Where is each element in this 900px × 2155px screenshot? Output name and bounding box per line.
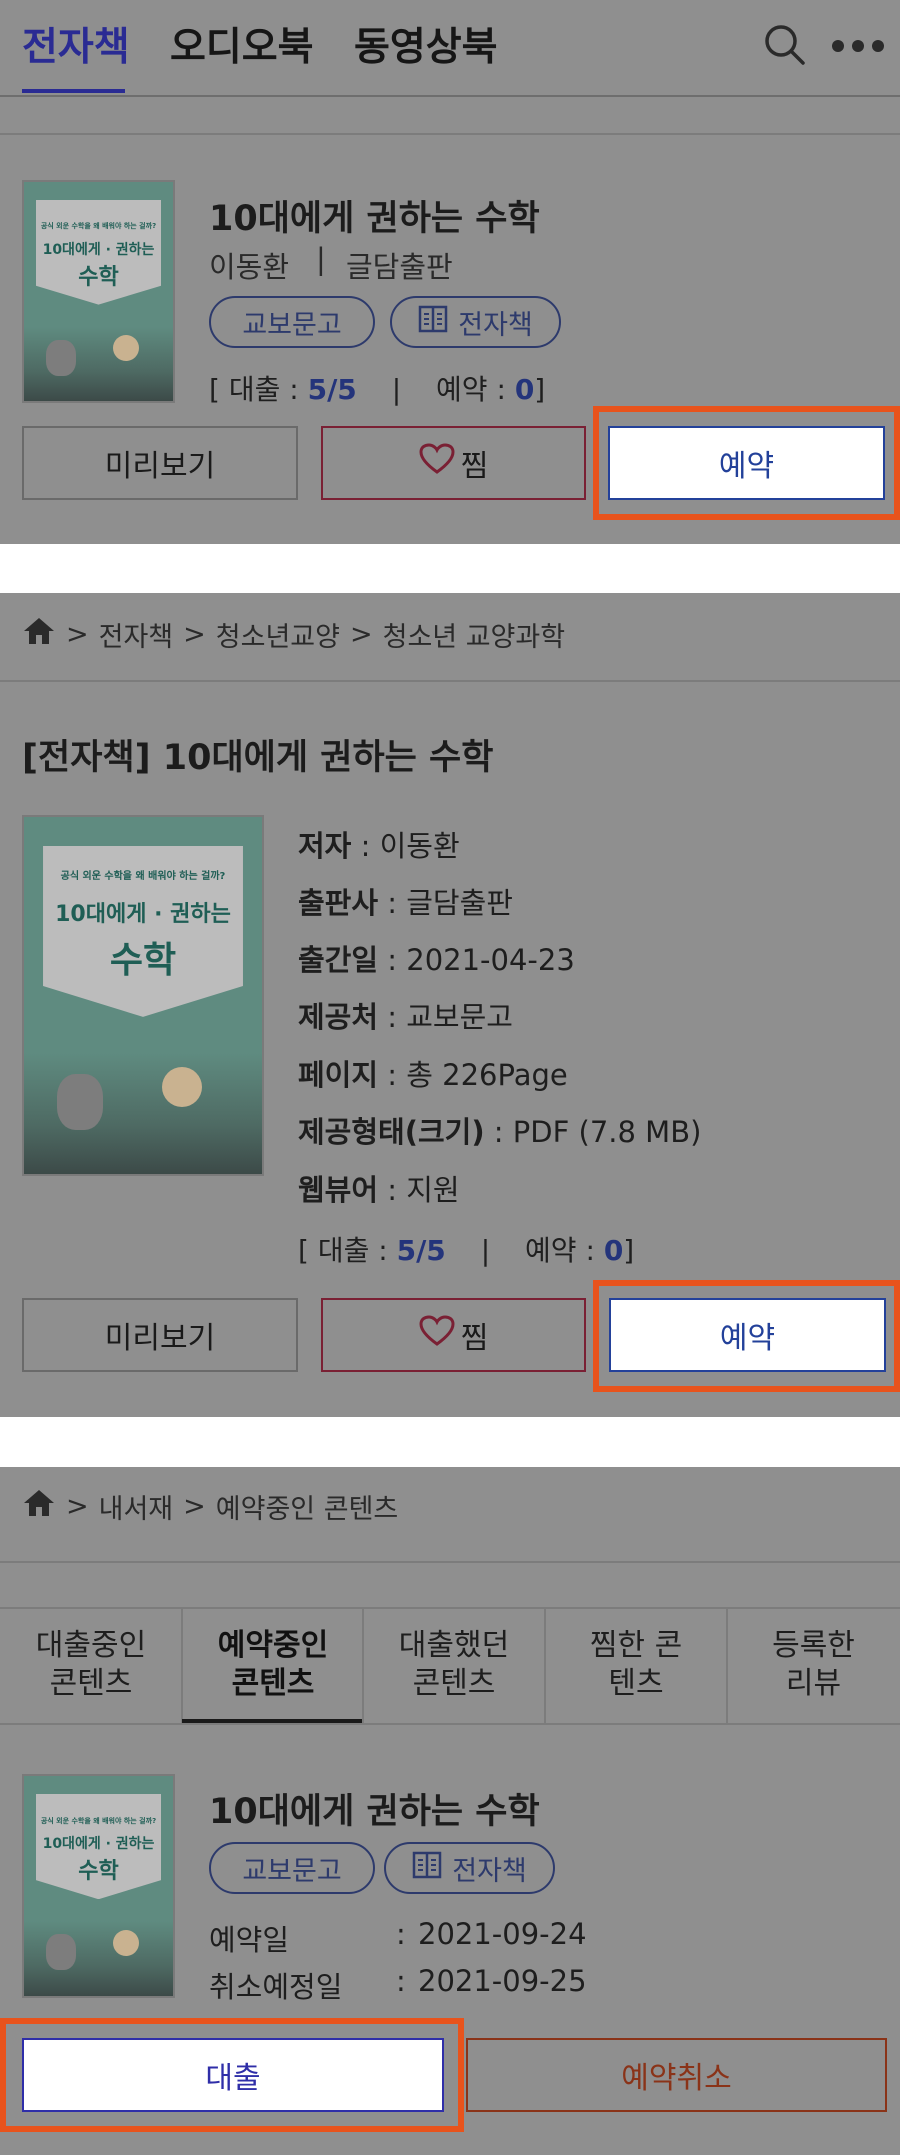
home-icon[interactable] [22,616,56,653]
highlight-box [0,2018,464,2132]
detail-pages: 페이지 : 총 226Page [298,1058,568,1092]
meta-separator: | [316,242,326,276]
section-divider [0,133,900,135]
tab-wishlist[interactable]: 찜한 콘텐츠 [545,1607,727,1723]
cancel-date-value: 2021-09-25 [418,1964,587,1998]
detail-web-viewer: 웹뷰어 : 지원 [298,1173,460,1207]
tab-past-loans[interactable]: 대출했던 콘텐츠 [363,1607,545,1723]
breadcrumb-item[interactable]: 전자책 [99,615,174,654]
breadcrumb: > 내서재 > 예약중인 콘텐츠 [22,1487,398,1526]
detail-author: 저자 : 이동환 [298,829,460,863]
tab-videobook[interactable]: 동영상북 [354,20,498,76]
detail-provider: 제공처 : 교보문고 [298,1000,513,1034]
preview-button[interactable]: 미리보기 [22,426,298,500]
book-cover[interactable]: 공식 외운 수학을 왜 배워야 하는 걸까? 10대에게 · 권하는 수학 [22,180,175,403]
highlight-box [593,1280,900,1392]
heart-icon [419,443,455,483]
preview-button[interactable]: 미리보기 [22,1298,298,1372]
search-icon[interactable] [762,22,808,68]
colon: : [396,1917,406,1951]
detail-publisher: 출판사 : 글담출판 [298,886,513,920]
breadcrumb-item[interactable]: 청소년 교양과학 [383,615,565,654]
tabs-bottom-divider [0,1723,900,1725]
book-icon [412,1851,442,1886]
heart-icon [419,1315,455,1355]
tab-current-loans[interactable]: 대출중인 콘텐츠 [0,1607,182,1723]
provider-badge: 교보문고 [209,296,375,348]
highlight-box [593,406,900,520]
book-icon [418,305,448,340]
book-detail-panel: > 전자책 > 청소년교양 > 청소년 교양과학 [전자책] 10대에게 권하는 수학… [0,593,900,1417]
loan-status: [ 대출 : 5/5 | 예약 : 0] [298,1234,635,1267]
more-icon[interactable] [830,38,886,54]
tab-ebook[interactable]: 전자책 [22,20,130,76]
breadcrumb-item[interactable]: 내서재 [99,1487,174,1526]
page-title: [전자책] 10대에게 권하는 수학 [22,738,494,778]
book-cover: 공식 외운 수학을 왜 배워야 하는 걸까? 10대에게 · 권하는 수학 [22,815,264,1176]
tab-audiobook[interactable]: 오디오북 [170,20,314,76]
book-title[interactable]: 10대에게 권하는 수학 [209,190,540,241]
book-cover[interactable]: 공식 외운 수학을 왜 배워야 하는 걸까? 10대에게 · 권하는 수학 [22,1774,175,1998]
format-badge: 전자책 [390,296,561,348]
wish-button[interactable]: 찜 [321,1298,586,1372]
format-badge: 전자책 [384,1842,555,1894]
cancel-reservation-button[interactable]: 예약취소 [466,2038,887,2112]
breadcrumb: > 전자책 > 청소년교양 > 청소년 교양과학 [22,615,565,654]
active-tab-underline [22,89,125,93]
book-author: 이동환 [209,250,290,284]
breadcrumb-divider [0,1561,900,1563]
loan-status: [ 대출 : 5/5 | 예약 : 0] [209,373,546,406]
detail-format: 제공형태(크기) : PDF (7.8 MB) [298,1115,702,1149]
wish-button[interactable]: 찜 [321,426,586,500]
tab-reserved[interactable]: 예약중인 콘텐츠 [182,1607,364,1723]
home-icon[interactable] [22,1488,56,1525]
cancel-date-label: 취소예정일 [209,1970,343,2004]
my-library-panel: > 내서재 > 예약중인 콘텐츠 대출중인 콘텐츠 예약중인 콘텐츠 대출했던 콘텐… [0,1467,900,2155]
header-divider [0,95,900,97]
colon: : [396,1964,406,1998]
search-result-panel: 전자책 오디오북 동영상북 공식 외운 수학을 왜 배워야 하는 걸까? 10대… [0,0,900,544]
detail-published-date: 출간일 : 2021-04-23 [298,943,575,977]
breadcrumb-item[interactable]: 예약중인 콘텐츠 [216,1487,398,1526]
breadcrumb-divider [0,680,900,682]
book-publisher: 글담출판 [346,250,453,284]
reserve-date-value: 2021-09-24 [418,1917,587,1951]
provider-badge: 교보문고 [209,1842,375,1894]
tab-reviews[interactable]: 등록한 리뷰 [727,1607,900,1723]
breadcrumb-item[interactable]: 청소년교양 [216,615,340,654]
book-title[interactable]: 10대에게 권하는 수학 [209,1783,540,1834]
reserve-date-label: 예약일 [209,1923,290,1957]
